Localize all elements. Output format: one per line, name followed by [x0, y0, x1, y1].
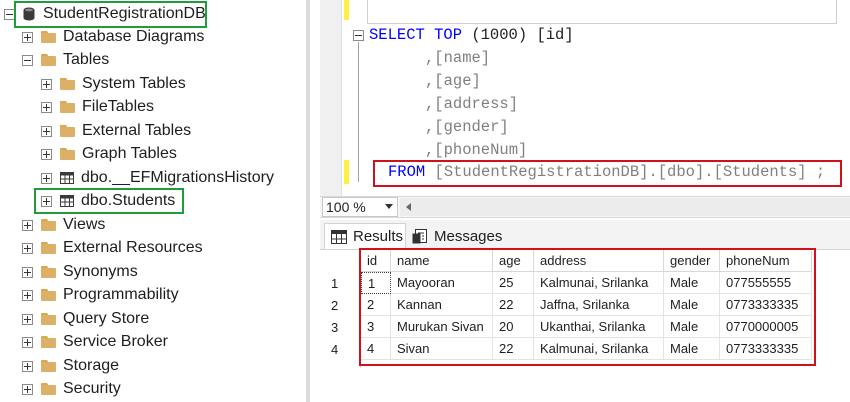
folder-icon — [41, 219, 56, 231]
tree-item-programmability[interactable]: Programmability — [22, 284, 179, 306]
horizontal-scrollbar[interactable] — [400, 198, 850, 216]
highlight-results-grid — [359, 248, 816, 366]
expand-icon[interactable] — [41, 78, 52, 90]
tab-results[interactable]: Results — [324, 223, 406, 249]
row-number[interactable]: 3 — [322, 316, 360, 338]
editor-blank-line — [367, 0, 837, 24]
code-line-select: SELECT TOP (1000) [id] — [369, 26, 574, 44]
tree-item-label: Service Broker — [63, 333, 168, 350]
expand-icon[interactable] — [22, 313, 33, 325]
keyword-select: SELECT — [369, 26, 425, 44]
expand-icon[interactable] — [22, 266, 33, 278]
expand-icon[interactable] — [22, 336, 33, 348]
chevron-down-icon[interactable] — [385, 204, 393, 209]
row-number[interactable]: 1 — [322, 272, 360, 294]
tree-item-label: Storage — [63, 357, 120, 374]
expand-icon[interactable] — [22, 383, 33, 395]
table-icon — [60, 172, 74, 184]
tree-item-label: System Tables — [82, 75, 186, 92]
expand-icon[interactable] — [22, 31, 33, 43]
folder-icon — [41, 266, 56, 278]
folder-icon — [41, 336, 56, 348]
tree-item-views[interactable]: Views — [22, 214, 105, 236]
tree-item-storage[interactable]: Storage — [22, 355, 119, 377]
editor-gutter — [320, 0, 342, 196]
folder-icon — [41, 31, 56, 43]
explorer-scrollbar[interactable] — [306, 0, 310, 402]
tree-item-graph-tables[interactable]: Graph Tables — [41, 143, 177, 165]
folder-icon — [60, 125, 75, 137]
tree-item-label: Graph Tables — [82, 145, 177, 162]
expand-icon[interactable] — [41, 172, 52, 184]
code-line-column: ,[phoneNum] — [425, 141, 528, 159]
code-line-column: ,[name] — [425, 49, 491, 67]
tree-item-query-store[interactable]: Query Store — [22, 308, 149, 330]
tree-item-synonyms[interactable]: Synonyms — [22, 261, 138, 283]
folder-icon — [60, 78, 75, 90]
tree-item-efmigrationshistory[interactable]: dbo.__EFMigrationsHistory — [41, 167, 274, 189]
folder-icon — [41, 313, 56, 325]
change-marker — [344, 0, 349, 20]
tree-item-label: Query Store — [63, 310, 150, 327]
tree-item-label: Views — [63, 216, 106, 233]
tree-item-service-broker[interactable]: Service Broker — [22, 331, 168, 353]
tree-item-filetables[interactable]: FileTables — [41, 96, 154, 118]
tab-messages[interactable]: Messages — [408, 223, 508, 249]
zoom-value: 100 % — [326, 199, 366, 215]
collapse-icon[interactable] — [22, 54, 33, 66]
expand-icon[interactable] — [41, 148, 52, 160]
tree-item-label: dbo.__EFMigrationsHistory — [81, 169, 274, 186]
code-line-column: ,[gender] — [425, 118, 509, 136]
highlight-from-clause — [373, 160, 842, 187]
highlight-dbo-students — [34, 188, 184, 214]
tree-item-label: FileTables — [82, 98, 155, 115]
expand-icon[interactable] — [41, 101, 52, 113]
tree-item-database-diagrams[interactable]: Database Diagrams — [22, 26, 204, 48]
select-target: (1000) [id] — [462, 26, 574, 44]
expand-icon[interactable] — [22, 219, 33, 231]
tree-item-external-tables[interactable]: External Tables — [41, 120, 191, 142]
keyword-top: TOP — [434, 26, 463, 44]
outline-line — [358, 42, 359, 182]
expand-icon[interactable] — [41, 125, 52, 137]
tree-item-system-tables[interactable]: System Tables — [41, 73, 186, 95]
tree-item-label: Tables — [63, 51, 110, 68]
messages-icon — [412, 228, 427, 243]
tree-item-label: External Resources — [63, 239, 203, 256]
expand-icon[interactable] — [22, 289, 33, 301]
grid-icon — [331, 229, 347, 244]
tree-item-tables[interactable]: Tables — [22, 49, 109, 71]
folder-icon — [41, 242, 56, 254]
row-number[interactable]: 4 — [322, 338, 360, 360]
highlight-database — [14, 1, 207, 28]
expand-icon[interactable] — [22, 360, 33, 372]
row-number[interactable]: 2 — [322, 294, 360, 316]
scroll-left-icon[interactable] — [406, 203, 411, 211]
tree-item-label: Synonyms — [63, 263, 138, 280]
folder-icon — [41, 289, 56, 301]
tree-item-security[interactable]: Security — [22, 378, 121, 400]
collapse-icon[interactable] — [353, 30, 364, 41]
expand-icon[interactable] — [22, 242, 33, 254]
change-marker — [344, 160, 349, 184]
tree-item-label: Security — [63, 380, 121, 397]
folder-icon — [60, 148, 75, 160]
tree-item-external-resources[interactable]: External Resources — [22, 237, 203, 259]
folder-icon — [41, 54, 56, 66]
tab-results-label: Results — [353, 228, 404, 245]
tree-item-label: Programmability — [63, 286, 179, 303]
tree-item-label: Database Diagrams — [63, 28, 205, 45]
tree-item-label: External Tables — [82, 122, 192, 139]
tab-messages-label: Messages — [434, 227, 503, 245]
folder-icon — [60, 101, 75, 113]
code-line-column: ,[age] — [425, 72, 481, 90]
folder-icon — [41, 383, 56, 395]
object-explorer: StudentRegistrationDB Database Diagrams … — [0, 0, 310, 402]
folder-icon — [41, 360, 56, 372]
code-line-column: ,[address] — [425, 95, 519, 113]
